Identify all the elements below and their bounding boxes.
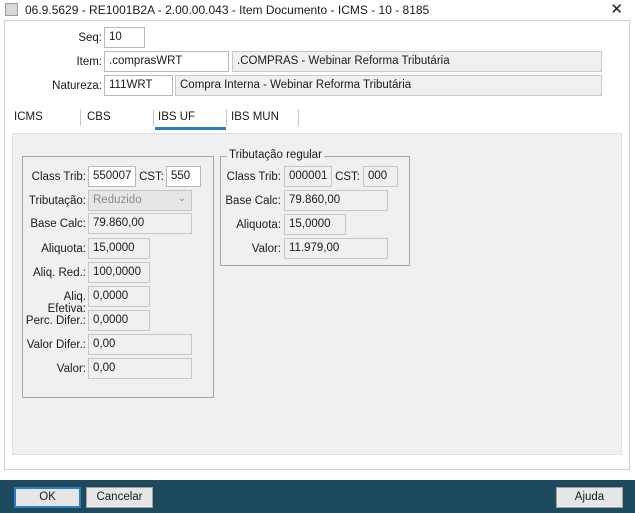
ok-button[interactable]: OK (14, 487, 81, 508)
aliq-red-field: 100,0000 (88, 262, 150, 283)
aliq-red-label: Aliq. Red.: (32, 267, 86, 279)
item-code-field[interactable]: .comprasWRT (104, 51, 229, 72)
perc-difer-field: 0,0000 (88, 310, 150, 331)
tab-separator (226, 109, 227, 126)
tab-separator (153, 109, 154, 126)
cancel-button[interactable]: Cancelar (86, 487, 153, 508)
class-trib-label: Class Trib: (31, 171, 86, 183)
cst-field[interactable]: 550 (166, 166, 201, 187)
regular-class-trib-field: 000001 (284, 166, 332, 187)
valor-field: 0,00 (88, 358, 192, 379)
title-bar: 06.9.5629 - RE1001B2A - 2.00.00.043 - It… (0, 0, 635, 19)
tab-separator (80, 109, 81, 126)
tributacao-regular-title: Tributação regular (227, 149, 324, 161)
tab-strip: ICMS CBS IBS UF IBS MUN (0, 106, 635, 130)
regular-cst-label: CST: (335, 171, 360, 183)
tributacao-value: Reduzido (93, 194, 142, 206)
regular-aliquota-field: 15,0000 (284, 214, 346, 235)
natureza-code-field[interactable]: 111WRT (104, 75, 173, 96)
tab-ibs-uf[interactable]: IBS UF (155, 106, 226, 130)
valor-difer-label: Valor Difer.: (26, 339, 86, 351)
regular-class-trib-label: Class Trib: (226, 171, 281, 183)
regular-aliquota-label: Aliquota: (236, 219, 281, 231)
tab-panel-ibs-uf: Class Trib: 550007 CST: 550 Tributação: … (12, 133, 622, 455)
footer-bar: OK Cancelar Ajuda (0, 480, 635, 513)
regular-valor-label: Valor: (251, 243, 281, 255)
valor-difer-field: 0,00 (88, 334, 192, 355)
tab-icms[interactable]: ICMS (14, 106, 43, 130)
item-description-field: .COMPRAS - Webinar Reforma Tributária (232, 51, 602, 72)
help-button[interactable]: Ajuda (556, 487, 623, 508)
regular-valor-field: 11.979,00 (284, 238, 388, 259)
regular-cst-field: 000 (363, 166, 398, 187)
tab-cbs[interactable]: CBS (87, 106, 111, 130)
regular-base-calc-label: Base Calc: (225, 195, 281, 207)
natureza-description-field: Compra Interna - Webinar Reforma Tributá… (175, 75, 602, 96)
item-label: Item: (76, 56, 102, 68)
cst-label: CST: (139, 171, 164, 183)
regular-base-calc-field: 79.860,00 (284, 190, 388, 211)
base-calc-field: 79.860,00 (88, 213, 192, 234)
aliq-efetiva-label: Aliq. Efetiva: (47, 291, 86, 315)
tributacao-select[interactable]: Reduzido ⌄ (88, 190, 192, 211)
seq-label: Seq: (78, 32, 102, 44)
close-icon[interactable]: ✕ (610, 0, 623, 18)
chevron-down-icon: ⌄ (177, 193, 186, 204)
base-calc-label: Base Calc: (30, 218, 86, 230)
seq-field[interactable]: 10 (104, 27, 145, 48)
app-icon (5, 3, 18, 16)
aliquota-field: 15,0000 (88, 238, 150, 259)
tributacao-regular-group: Tributação regular Class Trib: 000001 CS… (220, 149, 410, 266)
perc-difer-label: Perc. Difer.: (25, 315, 86, 327)
valor-label: Valor: (56, 363, 86, 375)
window-title: 06.9.5629 - RE1001B2A - 2.00.00.043 - It… (25, 3, 430, 17)
tab-ibs-mun[interactable]: IBS MUN (231, 106, 279, 130)
left-tax-group: Class Trib: 550007 CST: 550 Tributação: … (22, 156, 214, 398)
tab-separator (298, 109, 299, 126)
aliq-efetiva-field: 0,0000 (88, 286, 150, 307)
class-trib-field[interactable]: 550007 (88, 166, 136, 187)
natureza-label: Natureza: (52, 80, 102, 92)
aliquota-label: Aliquota: (41, 243, 86, 255)
tributacao-label: Tributação: (28, 195, 86, 207)
